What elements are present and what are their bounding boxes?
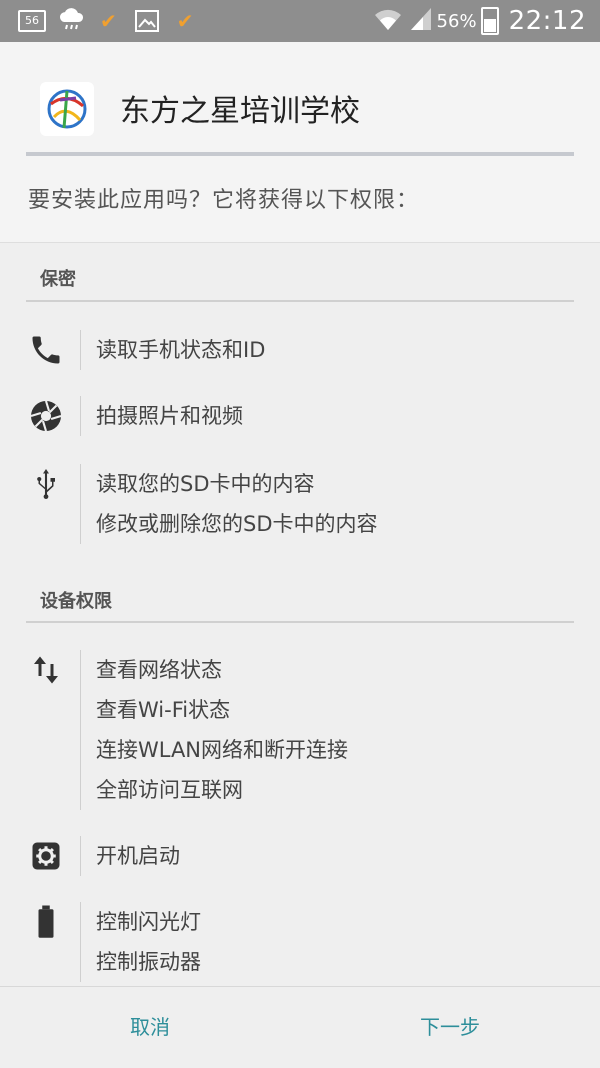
permission-divider <box>80 650 81 810</box>
permission-text: 修改或删除您的SD卡中的内容 <box>96 512 378 536</box>
permission-text: 控制闪光灯 <box>96 910 201 934</box>
battery-status-icon <box>480 7 499 35</box>
notification-icons: 56 ✔ ✔ <box>18 8 212 34</box>
section-title-device: 设备权限 <box>40 591 112 612</box>
permission-text: 开机启动 <box>96 844 180 868</box>
gear-icon <box>28 838 64 874</box>
permission-text: 拍摄照片和视频 <box>96 404 243 428</box>
permission-text: 查看网络状态 <box>96 658 222 682</box>
install-prompt: 要安装此应用吗？它将获得以下权限： <box>28 188 420 213</box>
network-arrows-icon <box>28 652 64 688</box>
permission-divider <box>80 836 81 876</box>
permission-divider <box>80 396 81 436</box>
permission-lines: 拍摄照片和视频 <box>96 396 243 436</box>
system-icons: 56% 22:12 <box>373 4 586 38</box>
permission-text: 连接WLAN网络和断开连接 <box>96 738 349 762</box>
next-button[interactable]: 下一步 <box>300 987 600 1068</box>
section-divider-privacy <box>26 300 574 302</box>
permission-lines: 查看网络状态 查看Wi-Fi状态 连接WLAN网络和断开连接 全部访问互联网 <box>96 650 348 810</box>
permission-lines: 开机启动 <box>96 836 180 876</box>
usb-icon <box>28 466 64 502</box>
weather-icon <box>58 8 86 34</box>
phone-icon <box>28 332 64 368</box>
permission-divider <box>80 902 81 982</box>
battery-icon <box>28 904 64 940</box>
clock: 22:12 <box>508 6 586 36</box>
check-icon: ✔ <box>100 9 117 33</box>
cancel-button[interactable]: 取消 <box>0 987 300 1068</box>
permission-text: 查看Wi-Fi状态 <box>96 698 231 722</box>
app-title: 东方之星培训学校 <box>120 94 360 129</box>
signal-icon <box>409 6 433 36</box>
permission-text: 读取您的SD卡中的内容 <box>96 472 315 496</box>
permission-text: 读取手机状态和ID <box>96 338 266 362</box>
permission-divider <box>80 464 81 544</box>
install-header: 东方之星培训学校 要安装此应用吗？它将获得以下权限： <box>0 42 600 243</box>
permission-lines: 读取您的SD卡中的内容 修改或删除您的SD卡中的内容 <box>96 464 378 544</box>
wifi-icon <box>373 6 403 36</box>
check-icon-2: ✔ <box>176 9 194 33</box>
section-title-privacy: 保密 <box>40 269 76 290</box>
permission-text: 控制振动器 <box>96 950 201 974</box>
camera-icon <box>28 398 64 434</box>
app-logo-icon <box>40 82 94 136</box>
image-icon <box>134 10 159 32</box>
battery-percent: 56% <box>436 10 477 32</box>
action-bar: 取消 下一步 <box>0 986 600 1068</box>
status-bar: 56 ✔ ✔ 56% 22:12 <box>0 0 600 42</box>
permission-lines: 控制闪光灯 控制振动器 <box>96 902 201 982</box>
section-divider-device <box>26 621 574 623</box>
permission-lines: 读取手机状态和ID <box>96 330 265 370</box>
notification-badge: 56 <box>18 10 46 32</box>
header-divider <box>26 152 574 156</box>
permission-text: 全部访问互联网 <box>96 778 243 802</box>
permission-divider <box>80 330 81 370</box>
